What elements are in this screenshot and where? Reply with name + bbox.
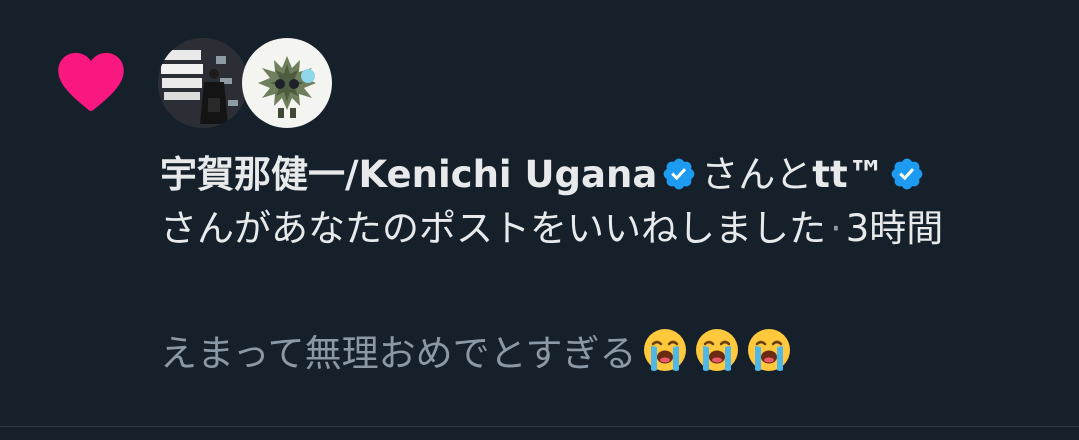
post-preview[interactable]: えまって無理おめでとすぎる bbox=[160, 326, 793, 381]
post-preview-text: えまって無理おめでとすぎる bbox=[160, 332, 637, 375]
divider bbox=[0, 426, 1079, 427]
avatar-tt[interactable] bbox=[242, 38, 332, 128]
verified-badge-icon bbox=[663, 158, 695, 190]
avatar-group bbox=[158, 38, 332, 128]
notification-text: 宇賀那健一/Kenichi Ugana さんとtt™ さんがあなたのポストをいいねし… bbox=[160, 148, 1040, 256]
connector-text: さんと bbox=[701, 153, 813, 196]
user1-name-link[interactable]: 宇賀那健一/Kenichi Ugana bbox=[160, 153, 657, 196]
like-notification[interactable]: 宇賀那健一/Kenichi Ugana さんとtt™ さんがあなたのポストをいいねし… bbox=[0, 0, 1079, 440]
user2-name-link[interactable]: tt™ bbox=[812, 153, 884, 196]
timestamp: 3時間 bbox=[845, 207, 944, 250]
action-text: さんがあなたのポストをいいねしました bbox=[160, 207, 826, 250]
loudly-crying-face-emoji bbox=[745, 326, 793, 374]
verified-badge-icon bbox=[891, 158, 923, 190]
emoji-group bbox=[637, 329, 793, 375]
heart-icon bbox=[58, 52, 124, 111]
loudly-crying-face-emoji bbox=[693, 326, 741, 374]
avatar-kenichi-ugana[interactable] bbox=[158, 38, 248, 128]
loudly-crying-face-emoji bbox=[641, 326, 689, 374]
separator-dot: · bbox=[830, 207, 842, 250]
